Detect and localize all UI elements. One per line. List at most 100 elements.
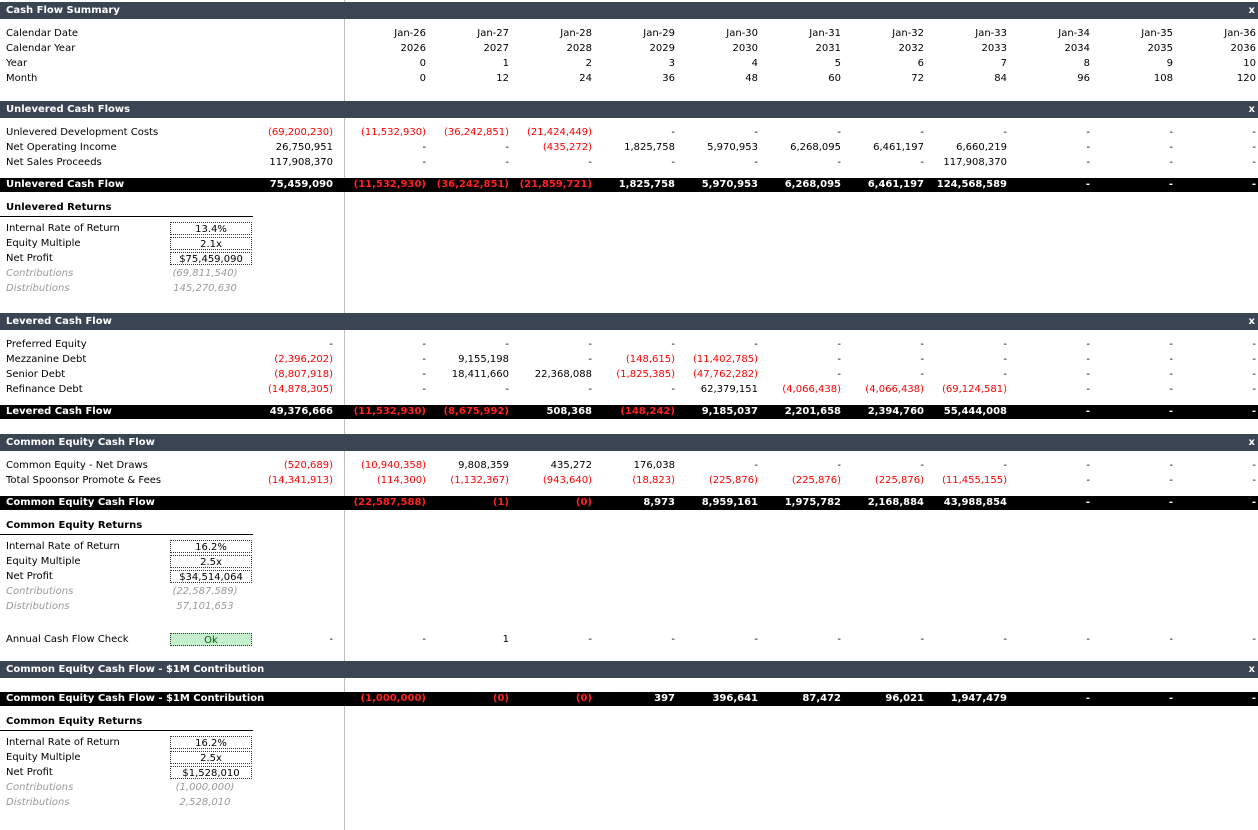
unlevered-returns-np-label: Net Profit — [6, 253, 53, 264]
common-title: Common Equity Cash Flow — [6, 437, 155, 448]
onem-close-button[interactable]: x — [1249, 661, 1255, 678]
common-close-button[interactable]: x — [1249, 434, 1255, 451]
unlevered-returns-contributions-label: Contributions — [6, 268, 74, 279]
unlevered-returns-distributions-label: Distributions — [6, 283, 70, 294]
unlevered-total-row-cell: 124,568,589 — [936, 179, 1007, 190]
common-returns-row-contributions: Contributions (22,587,589) — [0, 584, 1258, 599]
onem-returns-row-irr: Internal Rate of Return 16.2% — [0, 735, 1258, 750]
levered-row-cell: - — [1003, 369, 1007, 380]
summary-row: Calendar Year 2026 2027 2028 2029 2030 2031 203… — [0, 41, 1258, 56]
unlevered-row-cell: - — [754, 157, 758, 168]
summary-row-cell: 0 — [419, 58, 426, 69]
summary-row-cell: 2026 — [400, 43, 426, 54]
common-header: Common Equity Cash Flow x — [0, 434, 1258, 451]
unlevered-row-cell: 6,268,095 — [790, 142, 841, 153]
common-returns-em-label: Equity Multiple — [6, 556, 81, 567]
unlevered-total-row-cell: - — [1251, 179, 1256, 190]
levered-row-label: Refinance Debt — [6, 384, 83, 395]
common-total-row-cell: 8,973 — [643, 497, 675, 508]
unlevered-row-cell: - — [837, 157, 841, 168]
levered-total-row-cell: - — [1251, 406, 1256, 417]
onem-returns-contributions-label: Contributions — [6, 782, 74, 793]
unlevered-row: Net Operating Income 26,750,951 - - (435,272… — [0, 140, 1258, 155]
onem-total-row: Common Equity Cash Flow - $1M Contributi… — [0, 692, 1258, 706]
common-row-cell: - — [1252, 460, 1256, 471]
unlevered-close-button[interactable]: x — [1249, 101, 1255, 118]
common-returns-irr-value[interactable]: 16.2% — [170, 540, 252, 553]
unlevered-row-label: Unlevered Development Costs — [6, 127, 159, 138]
levered-row-cell: - — [1252, 384, 1256, 395]
summary-row-cell: 60 — [828, 73, 841, 84]
cash-flow-check-cell: - — [671, 634, 675, 645]
cash-flow-check-status[interactable]: Ok — [170, 633, 252, 646]
onem-returns-contributions-value: (1,000,000) — [175, 782, 235, 793]
unlevered-row-cell: - — [422, 142, 426, 153]
levered-close-button[interactable]: x — [1249, 313, 1255, 330]
common-total-row-cell: (22,587,588) — [353, 497, 426, 508]
summary-row-cell: 2 — [585, 58, 592, 69]
summary-row-label: Calendar Date — [6, 28, 79, 39]
common-returns-irr-label: Internal Rate of Return — [6, 541, 120, 552]
levered-total-row-cell: 55,444,008 — [943, 406, 1007, 417]
common-row-cell: - — [1003, 460, 1007, 471]
unlevered-row-cell: (11,532,930) — [360, 127, 426, 138]
onem-returns-irr-label: Internal Rate of Return — [6, 737, 120, 748]
common-row-cell: - — [837, 460, 841, 471]
common-row-cell: (225,876) — [791, 475, 841, 486]
summary-close-button[interactable]: x — [1249, 2, 1255, 19]
onem-returns-title: Common Equity Returns — [6, 716, 143, 727]
unlevered-row-cell: - — [837, 127, 841, 138]
common-row-cell: 176,038 — [633, 460, 675, 471]
levered-row-cell: - — [505, 339, 509, 350]
levered-row-cell: 22,368,088 — [534, 369, 592, 380]
levered-row-cell: - — [1252, 369, 1256, 380]
onem-total-row-cell: - — [1085, 693, 1090, 704]
common-returns-equity-multiple-value[interactable]: 2.5x — [170, 555, 252, 568]
onem-returns-row-distributions: Distributions 2,528,010 — [0, 795, 1258, 810]
common-returns-np-label: Net Profit — [6, 571, 53, 582]
levered-row-cell: - — [1169, 369, 1173, 380]
common-returns-title: Common Equity Returns — [6, 520, 143, 531]
cash-flow-check-cell: - — [1169, 634, 1173, 645]
unlevered-total-row-cell: 6,461,197 — [867, 179, 924, 190]
onem-returns-irr-value[interactable]: 16.2% — [170, 736, 252, 749]
levered-row: Refinance Debt (14,878,305) - - - - 62,379,151… — [0, 382, 1258, 397]
common-returns-heading: Common Equity Returns — [0, 518, 253, 535]
unlevered-row-cell: - — [505, 157, 509, 168]
summary-row-cell: Jan-35 — [1141, 28, 1173, 39]
levered-row-cell: - — [920, 354, 924, 365]
levered-row-cell: (1,825,385) — [616, 369, 675, 380]
levered-row: Mezzanine Debt (2,396,202) - 9,155,198 - (148… — [0, 352, 1258, 367]
unlevered-row-cell: - — [1003, 127, 1007, 138]
levered-total-row-cell: - — [1085, 406, 1090, 417]
unlevered-returns-row-distributions: Distributions 145,270,630 — [0, 281, 1258, 296]
levered-row-cell: - — [671, 339, 675, 350]
levered-row-cell: - — [588, 339, 592, 350]
summary-row-cell: 7 — [1000, 58, 1007, 69]
common-row-cell: (10,940,358) — [360, 460, 426, 471]
unlevered-row-cell: - — [1169, 127, 1173, 138]
unlevered-returns-irr-value[interactable]: 13.4% — [170, 222, 252, 235]
summary-row-cell: 4 — [751, 58, 758, 69]
common-row-total: (14,341,913) — [267, 475, 333, 486]
common-returns-row-em: Equity Multiple 2.5x — [0, 554, 1258, 569]
levered-row-label: Mezzanine Debt — [6, 354, 87, 365]
unlevered-row-cell: - — [920, 157, 924, 168]
levered-total-row-total: 49,376,666 — [269, 406, 333, 417]
cash-flow-check-cell: - — [422, 634, 426, 645]
summary-row: Calendar Date Jan-26 Jan-27 Jan-28 Jan-29 Jan… — [0, 26, 1258, 41]
summary-row-cell: 12 — [496, 73, 509, 84]
unlevered-returns-equity-multiple-value[interactable]: 2.1x — [170, 237, 252, 250]
common-returns-net-profit-value[interactable]: $34,514,064 — [170, 570, 252, 583]
onem-returns-net-profit-value[interactable]: $1,528,010 — [170, 766, 252, 779]
summary-row-cell: 2036 — [1230, 43, 1256, 54]
unlevered-returns-net-profit-value[interactable]: $75,459,090 — [170, 252, 252, 265]
levered-total-row-cell: 2,394,760 — [867, 406, 924, 417]
summary-header: Cash Flow Summary x — [0, 2, 1258, 19]
levered-row-label: Preferred Equity — [6, 339, 87, 350]
summary-row-cell: 84 — [994, 73, 1007, 84]
onem-returns-equity-multiple-value[interactable]: 2.5x — [170, 751, 252, 764]
levered-row-total: (8,807,918) — [274, 369, 333, 380]
onem-returns-distributions-value: 2,528,010 — [179, 797, 231, 808]
unlevered-total-row-cell: 5,970,953 — [701, 179, 758, 190]
